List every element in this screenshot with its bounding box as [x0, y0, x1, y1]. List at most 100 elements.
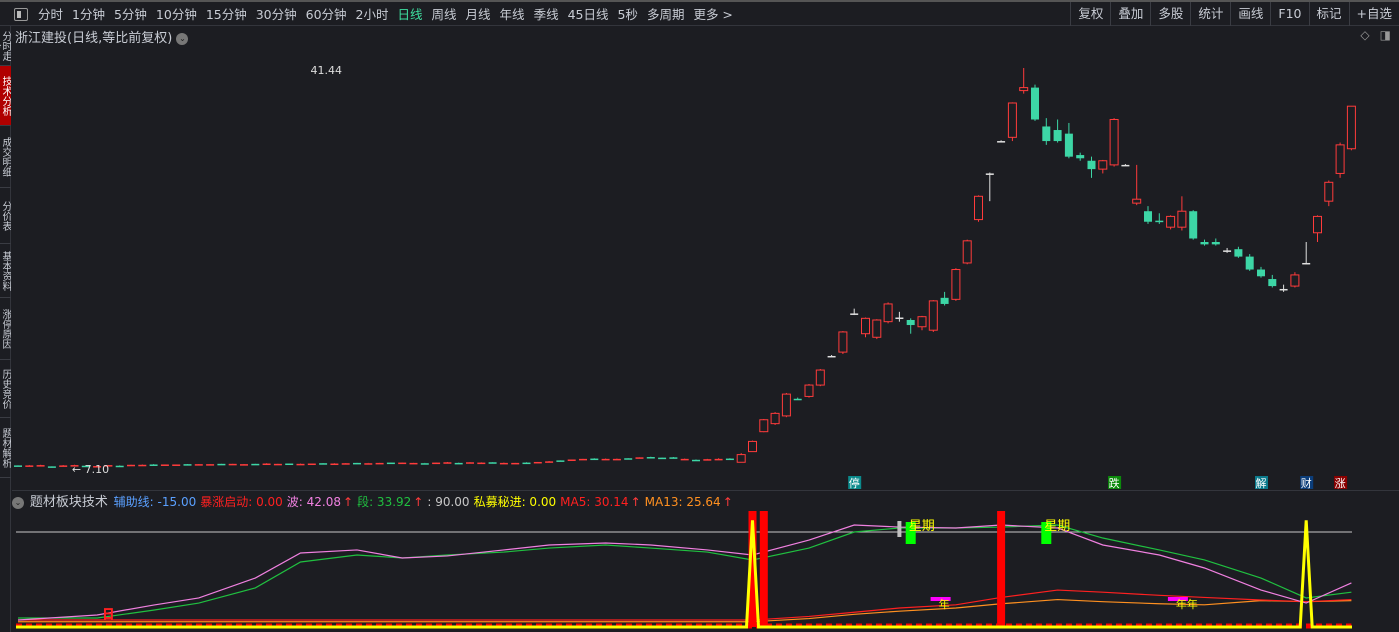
toolbar-button-6[interactable]: 标记	[1308, 2, 1349, 26]
indicator-legend: ⌄ 题材板块技术 辅助线: -15.00 暴涨启动: 0.00 波: 42.08 ↑ 段…	[12, 490, 1399, 510]
period-4[interactable]: 15分钟	[206, 5, 247, 25]
side-tab-7[interactable]: 题材解析	[0, 418, 11, 478]
panel-icon[interactable]: ◨	[1380, 28, 1391, 42]
candle	[1268, 274, 1277, 288]
side-tab-1[interactable]: 技术分析	[0, 66, 11, 126]
toolbar-button-5[interactable]: F10	[1270, 2, 1308, 26]
candle	[1121, 164, 1130, 167]
ma5-line	[18, 589, 1352, 621]
indicator-value-0: 辅助线: -15.00	[113, 495, 197, 509]
up-arrow-icon: ↑	[722, 495, 733, 509]
candle	[974, 195, 983, 222]
side-tab-6[interactable]: 历史竞价	[0, 360, 11, 418]
up-arrow-icon: ↑	[630, 495, 641, 509]
candle	[183, 464, 192, 466]
candle	[725, 458, 734, 461]
side-tab-0[interactable]: 分时走势	[0, 26, 11, 66]
period-8[interactable]: 日线	[398, 5, 423, 25]
candle	[1257, 266, 1265, 278]
candle	[646, 456, 655, 459]
period-7[interactable]: 2小时	[356, 5, 389, 25]
period-16[interactable]: 更多 >	[693, 5, 732, 25]
event-marker[interactable]: 跌	[1108, 476, 1122, 490]
period-15[interactable]: 多周期	[647, 5, 685, 25]
toolbar-button-2[interactable]: 多股	[1150, 2, 1190, 26]
toolbar-button-1[interactable]: 叠加	[1110, 2, 1150, 26]
period-list: 分时 1分钟 5分钟 10分钟 15分钟 30分钟 60分钟 2小时 日线 周线 月线 年线 季线 45日…	[38, 5, 733, 25]
toolbar-button-0[interactable]: 复权	[1070, 2, 1110, 26]
toolbar-button-3[interactable]: 统计	[1190, 2, 1230, 26]
candle	[1155, 213, 1164, 224]
candle	[1290, 272, 1300, 288]
period-0[interactable]: 分时	[38, 5, 63, 25]
event-marker[interactable]: 财	[1300, 476, 1314, 490]
candle	[1087, 156, 1096, 178]
period-6[interactable]: 60分钟	[306, 5, 347, 25]
svg-text:跌: 跌	[1109, 476, 1120, 490]
period-5[interactable]: 30分钟	[256, 5, 297, 25]
candle	[240, 464, 248, 466]
candle	[815, 369, 825, 387]
side-tab-4[interactable]: 基本资料	[0, 244, 11, 298]
candle	[330, 463, 339, 466]
svg-text:停: 停	[849, 476, 860, 490]
candle	[251, 463, 260, 466]
candle	[872, 319, 882, 340]
side-tab-5[interactable]: 涨停原因	[0, 298, 11, 360]
candle	[172, 464, 181, 466]
period-11[interactable]: 年线	[500, 5, 525, 25]
period-9[interactable]: 周线	[432, 5, 457, 25]
candle	[997, 140, 1006, 143]
candle	[793, 397, 802, 401]
candle	[895, 311, 904, 322]
candle	[736, 453, 746, 463]
candle	[1076, 152, 1085, 161]
red-signal-bar	[748, 511, 757, 627]
candle	[635, 457, 644, 459]
event-marker[interactable]: 停	[848, 476, 862, 490]
period-10[interactable]: 月线	[466, 5, 491, 25]
side-tab-3[interactable]: 分价表	[0, 188, 11, 244]
candle	[443, 461, 452, 464]
chevron-down-icon[interactable]: ⌄	[176, 32, 189, 45]
red-signal-bar	[759, 511, 768, 627]
candle	[149, 464, 158, 466]
toolbar-button-7[interactable]: +自选	[1348, 2, 1399, 26]
candle	[781, 392, 791, 418]
toolbar-button-4[interactable]: 画线	[1230, 2, 1270, 26]
week-label: 星期	[909, 519, 935, 534]
candle	[861, 317, 870, 338]
side-tabs: 分时走势技术分析成交明细分价表基本资料涨停原因历史竞价题材解析	[0, 26, 11, 632]
period-3[interactable]: 10分钟	[156, 5, 197, 25]
candle	[307, 463, 316, 466]
candle	[1335, 142, 1345, 178]
candle	[579, 458, 587, 461]
chart-tools: ◇ ◨	[1360, 28, 1391, 42]
candlestick-chart[interactable]: 41.44 ← 7.10 停 跌 解 财 涨	[12, 44, 1399, 490]
candle	[262, 463, 271, 466]
period-14[interactable]: 5秒	[617, 5, 637, 25]
indicator-value-7: MA13: 25.64 ↑	[644, 495, 733, 509]
candle	[488, 462, 497, 464]
red-signal-bar	[997, 511, 1006, 627]
week-marker	[905, 522, 916, 544]
panel-toggle-icon[interactable]	[14, 8, 28, 21]
side-tab-2[interactable]: 成交明细	[0, 126, 11, 188]
candle	[1211, 238, 1220, 246]
candle	[25, 465, 34, 467]
event-marker[interactable]: 涨	[1334, 476, 1348, 490]
candle	[364, 462, 373, 465]
candle	[940, 291, 949, 306]
candle	[883, 302, 893, 324]
candle	[1007, 102, 1017, 142]
period-2[interactable]: 5分钟	[114, 5, 147, 25]
event-marker[interactable]: 解	[1255, 476, 1268, 490]
period-13[interactable]: 45日线	[568, 5, 609, 25]
chevron-down-icon[interactable]: ⌄	[12, 496, 24, 509]
indicator-name: 题材板块技术	[29, 495, 108, 510]
candle	[14, 465, 22, 467]
period-1[interactable]: 1分钟	[72, 5, 105, 25]
period-12[interactable]: 季线	[534, 5, 559, 25]
diamond-icon[interactable]: ◇	[1360, 28, 1369, 42]
candle	[375, 462, 384, 465]
